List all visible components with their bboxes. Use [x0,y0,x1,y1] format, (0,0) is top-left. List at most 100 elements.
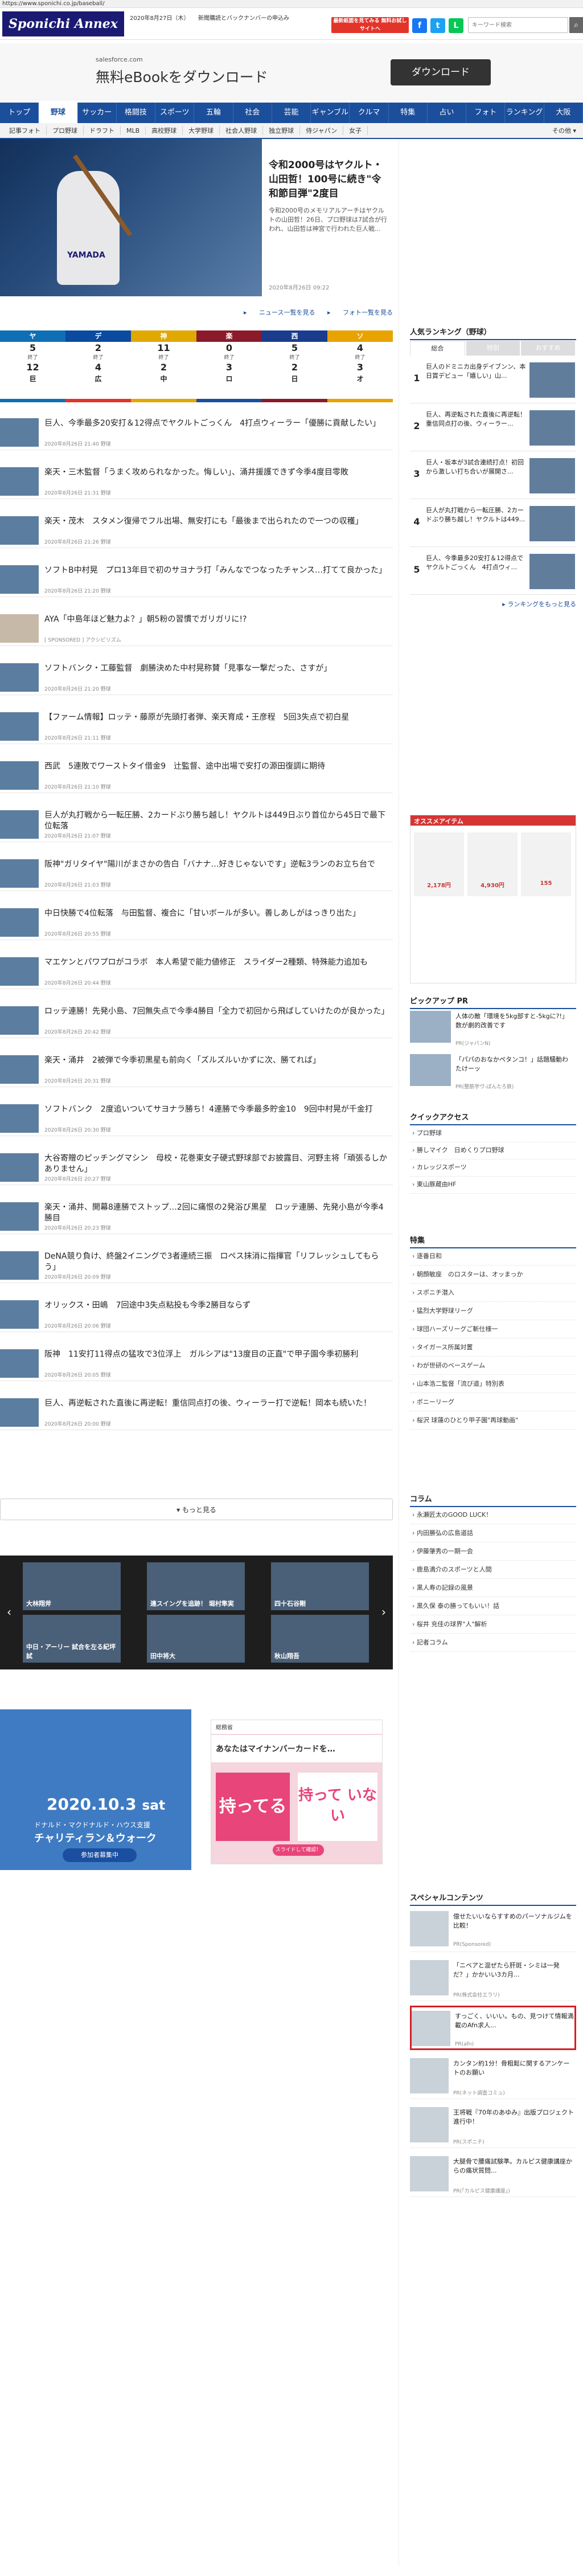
special-text[interactable]: すっごく、いいい。もの、見つけて情報満載のAfn求人... [455,2012,576,2030]
more-articles-button[interactable]: ▾ もっと見る [0,1499,393,1520]
special-item[interactable]: 大腿骨で腰痛試験準。カルピス健康講座からの痛状質問... PR(「カルピス健康講座… [410,2153,576,2197]
article-thumbnail[interactable] [0,467,39,496]
carousel-item[interactable]: 四十石谷剛 [271,1562,369,1610]
article-title[interactable]: 楽天・涌井、開幕8連勝でストップ…2回に痛恨の2発浴び黒星 ロッテ連勝、先発小島… [44,1202,389,1224]
article-title[interactable]: 楽天・茂木 スタメン復帰でフル出場、無安打にも「最後まで出られたので一つの収穫」 [44,516,389,527]
ranking-text[interactable]: 巨人・坂本が3試合連続打点！初回から激しい打ち合いが展開さ... [426,458,526,476]
carousel-item[interactable]: 秋山翔吾 [271,1615,369,1663]
feature-link[interactable]: ボニーリーグ [410,1394,576,1411]
ad-choice-not-have[interactable]: 持って いない [298,1773,377,1841]
article-title[interactable]: ロッテ連勝！先発小島、7回無失点で今季4勝目「全力で初回から飛ばしていけたのが良… [44,1006,389,1017]
nav-item[interactable]: 五輪 [194,103,233,123]
article-title[interactable]: 阪神"ガリタイヤ"陽川がまさかの告白「バナナ…好きじゃないです」逆転3ランのお立… [44,859,389,870]
article-thumbnail[interactable] [0,1300,39,1329]
site-logo[interactable]: Sponichi Annex [2,11,124,36]
feature-link[interactable]: 桜沢 球蓮のひとり甲子園"再球動画" [410,1412,576,1430]
tab-overall[interactable]: 総合 [410,341,465,356]
ranking-item[interactable]: 2 巨人、再逆転された直後に再逆転！重信同点打の後、ウィーラー... [410,406,576,451]
score-game[interactable]: デ 2 終了 4 広 [65,330,131,401]
article-thumbnail[interactable] [0,1251,39,1280]
top-banner-ad[interactable]: salesforce.com 無料eBookをダウンロード ダウンロード [0,43,583,100]
article-title[interactable]: 巨人、再逆転された直後に再逆転！重信同点打の後、ウィーラー打で逆転！岡本も続いた… [44,1398,389,1409]
column-link[interactable]: 伊藤肇秀の一期一会 [410,1543,576,1561]
article-thumbnail[interactable] [0,908,39,937]
nav-item[interactable]: ランキング [505,103,544,123]
nav-item[interactable]: サッカー [78,103,117,123]
article-item[interactable]: 巨人、今季最多20安打＆12得点でヤクルトごっくん 4打点ウィーラー「優勝に貢献… [0,415,393,450]
hero-image[interactable] [0,139,262,296]
article-title[interactable]: 楽天・三木監督「うまく攻められなかった。悔しい」、涌井援護できず今季4度目零敗 [44,467,389,478]
special-text[interactable]: 「ニベアと混ぜたら肝斑・シミは一発だ？」かかいい3カ月... [453,1961,574,1979]
special-thumbnail[interactable] [412,2011,450,2046]
article-title[interactable]: ソフトバンク 2度追いついてサヨナラ勝ち！4連勝で今季最多貯金10 9回中村晃が… [44,1104,389,1115]
subscription-link[interactable]: 新聞購読とバックナンバーの申込み [198,15,312,22]
column-link[interactable]: 黒久保 泰の勝ってもいい！話 [410,1598,576,1615]
nav-item[interactable]: フォト [466,103,506,123]
search-icon[interactable]: ⌕ [569,17,583,33]
hero-title[interactable]: 令和2000号はヤクルト・山田哲！100号に続き"令和節目弾"2度目 [269,158,388,201]
ranking-item[interactable]: 3 巨人・坂本が3試合連続打点！初回から激しい打ち合いが展開さ... [410,454,576,499]
article-item[interactable]: ソフトバンク 2度追いついてサヨナラ勝ち！4連勝で今季最多貯金10 9回中村晃が… [0,1101,393,1136]
article-title[interactable]: 巨人、今季最多20安打＆12得点でヤクルトごっくん 4打点ウィーラー「優勝に貢献… [44,418,389,429]
special-item[interactable]: 王将戦『70年のあゆみ』出版プロジェクト進行中！ PR(スポニチ) [410,2104,576,2148]
article-thumbnail[interactable] [0,418,39,447]
article-thumbnail[interactable] [0,1006,39,1035]
ranking-item[interactable]: 5 巨人、今季最多20安打＆12得点でヤクルトごっくん 4打点ウィ... [410,549,576,595]
column-link[interactable]: 記者コラム [410,1634,576,1652]
ad-download-button[interactable]: ダウンロード [391,59,491,85]
news-list-link[interactable]: ▸ ニュース一覧を見る [244,309,315,316]
feature-link[interactable]: 朝顔敏座 のロスターは、オッまっか [410,1266,576,1284]
article-item[interactable]: オリックス・田嶋 7回途中3失点粘投も今季2勝目ならず 2020年8月26日 20… [0,1297,393,1332]
quick-link[interactable]: 勝しマイク 日めくりプロ野球 [410,1142,576,1160]
special-item[interactable]: 億せたいいならすすめのパーソナルジムを比較！ PR(Sponsored) [410,1908,576,1952]
sub-nav-item[interactable]: 社会人野球 [220,126,264,135]
hero-story[interactable]: YAMADA 令和2000号はヤクルト・山田哲！100号に続き"令和節目弾"2度… [0,139,393,296]
tab-special[interactable]: 特別 [466,341,520,356]
sponsored-item[interactable]: AYA「中島年ほど魅力よ？」朝5粉の習慣でガリガリに!? [ SPONSORED … [0,611,393,646]
article-item[interactable]: 巨人、再逆転された直後に再逆転！重信同点打の後、ウィーラー打で逆転！岡本も続いた… [0,1395,393,1430]
special-item-highlighted[interactable]: すっごく、いいい。もの、見つけて情報満載のAfn求人... PR(afn) [410,2006,576,2050]
article-thumbnail[interactable] [0,761,39,790]
mynumber-ad[interactable]: 総務省 あなたはマイナンバーカードを… 持ってる 持って いない スライドして確… [211,1720,383,1864]
article-title[interactable]: 大谷寄贈のピッチングマシン 母校・花巻東女子硬式野球部でお披露目、河野主将「頑張… [44,1153,389,1175]
carousel-prev-icon[interactable]: ‹ [2,1603,16,1620]
article-title[interactable]: ソフトバンク・工藤監督 劇勝決めた中村晃称賛「見事な一撃だった、さすが」 [44,663,389,674]
carousel-item[interactable]: 田中将大 [147,1615,245,1663]
article-item[interactable]: 楽天・涌井、開幕8連勝でストップ…2回に痛恨の2発浴び黒星 ロッテ連勝、先発小島… [0,1199,393,1234]
line-icon[interactable]: L [449,18,463,33]
article-thumbnail[interactable] [0,614,39,643]
article-thumbnail[interactable] [0,1398,39,1427]
nav-item[interactable]: クルマ [350,103,389,123]
nav-item[interactable]: 芸能 [272,103,311,123]
sub-nav-item[interactable]: MLB [121,126,146,134]
carousel-item[interactable]: 大林翔斧 [23,1562,121,1610]
article-item[interactable]: ソフトバンク・工藤監督 劇勝決めた中村晃称賛「見事な一撃だった、さすが」 2020… [0,660,393,695]
article-item[interactable]: マエケンとパワプロがコラボ 本人希望で能力値修正 スライダー2種類、特殊能力追加… [0,954,393,989]
ad-signup-button[interactable]: 参加者募集中 [63,1848,137,1862]
photo-list-link[interactable]: ▸ フォト一覧を見る [327,309,393,316]
article-title[interactable]: 中日快勝で4位転落 与田監督、複合に「甘いボールが多い。善しあしがはっきり出た」 [44,908,389,919]
feature-link[interactable]: スポニチ潜入 [410,1284,576,1302]
sub-nav-item[interactable]: 記事フォト [3,126,47,135]
score-game[interactable]: ヤ 5 終了 12 巨 [0,330,65,401]
quick-link[interactable]: カレッジスポーツ [410,1159,576,1177]
article-title[interactable]: AYA「中島年ほど魅力よ？」朝5粉の習慣でガリガリに!? [44,614,389,625]
product-item[interactable]: 4,930円 [467,832,518,896]
article-item[interactable]: 大谷寄贈のピッチングマシン 母校・花巻東女子硬式野球部でお披露目、河野主将「頑張… [0,1150,393,1185]
nav-item[interactable]: 社会 [233,103,272,123]
nav-item[interactable]: 大阪 [544,103,583,123]
ranking-text[interactable]: 巨人、再逆転された直後に再逆転！重信同点打の後、ウィーラー... [426,410,526,428]
score-game[interactable]: 西 5 終了 2 日 [262,330,327,401]
feature-link[interactable]: 山本浩二監督「流び道」特別表 [410,1375,576,1393]
ranking-text[interactable]: 巨人が丸打戦から一転圧勝、2カードぶり勝ち越し！ヤクルトは449... [426,506,526,524]
sub-nav-item[interactable]: ドラフト [84,126,121,135]
nav-item[interactable]: 占い [428,103,467,123]
nav-item[interactable]: スポーツ [155,103,195,123]
ranking-item[interactable]: 1 巨人のドミニカ出身デイブンン、本日賞デビュー「嬉しい」山... [410,358,576,403]
score-game[interactable]: ソ 4 終了 3 オ [327,330,393,401]
article-title[interactable]: 西武 5連敗でワーストタイ借金9 辻監督、途中出場で安打の源田復調に期待 [44,761,389,772]
article-thumbnail[interactable] [0,1153,39,1182]
sub-nav-more[interactable]: その他 ▾ [552,126,583,135]
ad-choice-have[interactable]: 持ってる [216,1773,290,1841]
article-thumbnail[interactable] [0,1055,39,1084]
